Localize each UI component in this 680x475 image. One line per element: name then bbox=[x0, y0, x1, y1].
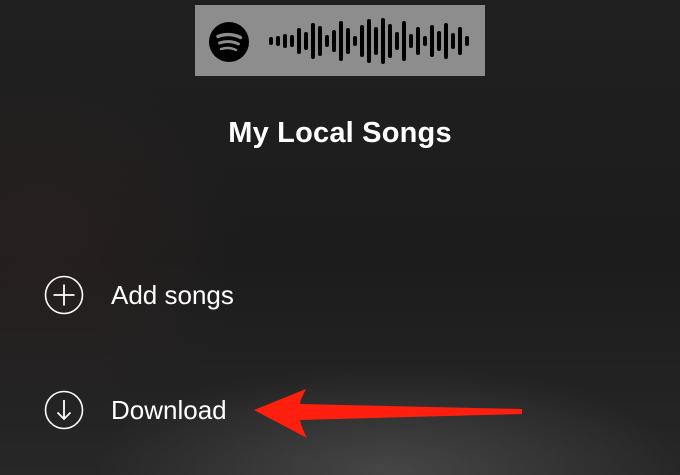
add-songs-button[interactable]: Add songs bbox=[44, 274, 234, 316]
spotify-code[interactable] bbox=[195, 5, 485, 76]
download-circle-icon bbox=[44, 390, 84, 430]
add-songs-label: Add songs bbox=[111, 279, 234, 310]
playlist-title: My Local Songs bbox=[228, 117, 452, 149]
download-label: Download bbox=[111, 394, 227, 425]
annotation-arrow-icon bbox=[254, 389, 522, 438]
soundwave-code-icon bbox=[269, 18, 469, 64]
download-button[interactable]: Download bbox=[44, 389, 227, 431]
plus-circle-icon bbox=[44, 275, 84, 315]
spotify-logo-icon bbox=[209, 22, 249, 62]
